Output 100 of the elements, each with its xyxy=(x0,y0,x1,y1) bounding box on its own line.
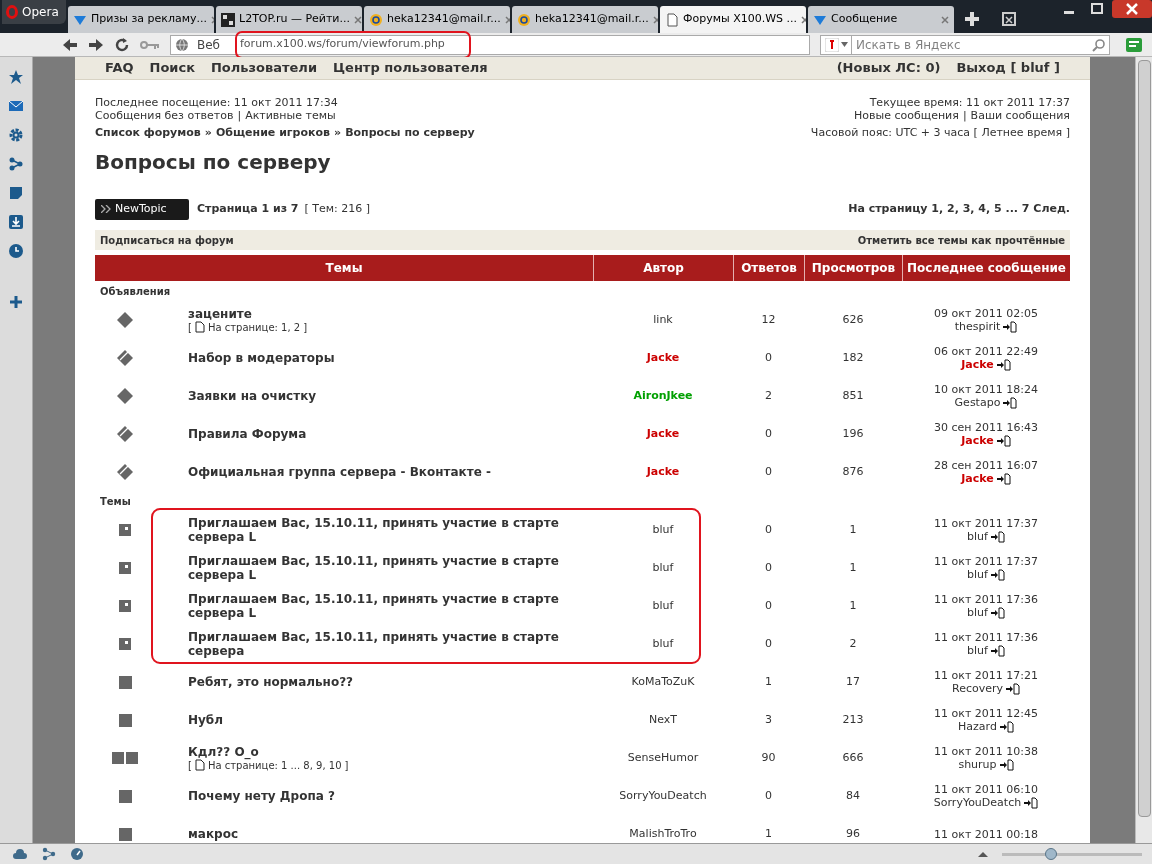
breadcrumb-link[interactable]: Список форумов xyxy=(95,126,201,139)
topic-pages-link[interactable]: На странице: 1 ... 8, 9, 10 xyxy=(207,758,342,772)
browser-tab[interactable]: Сообщение xyxy=(808,6,954,33)
column-header[interactable]: Темы xyxy=(95,255,593,281)
goto-post-icon[interactable] xyxy=(999,720,1014,733)
settings-icon[interactable] xyxy=(8,127,24,143)
reload-icon[interactable] xyxy=(114,36,130,53)
mark-read-link[interactable]: Отметить все темы как прочтённые xyxy=(857,232,1065,248)
mail-icon[interactable] xyxy=(8,98,24,114)
author-link[interactable]: thespirit xyxy=(954,320,1001,333)
share-icon[interactable] xyxy=(42,847,56,861)
plus-icon[interactable] xyxy=(8,294,24,310)
browser-tab[interactable]: heka12341@mail.r... xyxy=(512,6,658,33)
author-link[interactable]: Jacke xyxy=(961,434,994,447)
goto-post-icon[interactable] xyxy=(1003,396,1018,409)
nav-link[interactable]: FAQ xyxy=(105,58,134,78)
search-field[interactable]: Искать в Яндекс xyxy=(852,34,1110,55)
nav-link[interactable]: (Новых ЛС: 0) xyxy=(836,58,941,78)
cloud-icon[interactable] xyxy=(12,848,28,860)
author-link[interactable]: SorryYouDeatch xyxy=(619,787,707,805)
close-icon[interactable] xyxy=(1112,0,1152,18)
topic-link[interactable]: Нубл xyxy=(188,713,588,727)
author-link[interactable]: Recovery xyxy=(952,682,1003,695)
goto-post-icon[interactable] xyxy=(990,606,1005,619)
share-icon[interactable] xyxy=(8,156,24,172)
author-link[interactable]: Gestapo xyxy=(954,396,1001,409)
topic-link[interactable]: Приглашаем Вас, 15.10.11, принять участие в старте сервера xyxy=(188,630,588,658)
nav-link[interactable]: Центр пользователя xyxy=(333,58,488,78)
new-tab-icon[interactable] xyxy=(964,11,980,27)
browser-tab[interactable]: Форумы X100.WS ... xyxy=(660,6,806,33)
goto-post-icon[interactable] xyxy=(1024,796,1039,809)
star-icon[interactable] xyxy=(8,69,24,85)
up-arrow-icon[interactable] xyxy=(978,851,988,857)
breadcrumb-link[interactable]: Общение игроков xyxy=(215,126,330,139)
link[interactable]: Ваши сообщения xyxy=(970,109,1070,122)
author-link[interactable]: bluf xyxy=(652,521,674,539)
goto-post-icon[interactable] xyxy=(996,434,1011,447)
back-icon[interactable] xyxy=(62,37,78,52)
author-link[interactable]: Hazard xyxy=(958,720,997,733)
goto-post-icon[interactable] xyxy=(990,568,1005,581)
goto-post-icon[interactable] xyxy=(996,472,1011,485)
breadcrumb-link[interactable]: Вопросы по серверу xyxy=(345,126,475,139)
goto-post-icon[interactable] xyxy=(996,358,1011,371)
author-link[interactable]: Jacke xyxy=(646,425,680,443)
scrollbar[interactable] xyxy=(1135,57,1152,843)
note-icon[interactable] xyxy=(8,185,24,201)
topic-link[interactable]: Приглашаем Вас, 15.10.11, принять участие в старте сервера L xyxy=(188,592,588,620)
author-link[interactable]: bluf xyxy=(652,635,674,653)
feed-icon[interactable] xyxy=(1126,36,1144,53)
topic-link[interactable]: Ребят, это нормально?? xyxy=(188,675,588,689)
goto-post-icon[interactable] xyxy=(1003,320,1018,333)
forward-icon[interactable] xyxy=(88,37,104,52)
search-engine-button[interactable] xyxy=(820,34,852,55)
author-link[interactable]: shurup xyxy=(958,758,997,771)
zoom-slider-thumb[interactable] xyxy=(1045,847,1057,860)
goto-post-icon[interactable] xyxy=(999,758,1014,771)
author-link[interactable]: bluf xyxy=(967,568,988,581)
author-link[interactable]: bluf xyxy=(967,530,988,543)
author-link[interactable]: KoMaToZuK xyxy=(631,673,695,691)
topic-link[interactable]: Приглашаем Вас, 15.10.11, принять участие в старте сервера L xyxy=(188,516,588,544)
topic-link[interactable]: Правила Форума xyxy=(188,427,588,441)
topic-link[interactable]: макрос xyxy=(188,827,588,841)
column-header[interactable]: Ответов xyxy=(733,255,804,281)
author-link[interactable]: Jacke xyxy=(961,472,994,485)
goto-post-icon[interactable] xyxy=(990,644,1005,657)
close-icon[interactable] xyxy=(504,15,510,24)
author-link[interactable]: bluf xyxy=(652,559,674,577)
browser-tab[interactable]: heka12341@mail.r... xyxy=(364,6,510,33)
nav-link[interactable]: Выход [ bluf ] xyxy=(956,58,1060,78)
author-link[interactable]: Jacke xyxy=(646,349,680,367)
author-link[interactable]: SorryYouDeatch xyxy=(933,796,1022,809)
subscribe-link[interactable]: Подписаться на форум xyxy=(100,232,234,248)
speedometer-icon[interactable] xyxy=(70,847,84,861)
link[interactable]: Активные темы xyxy=(245,109,336,122)
author-link[interactable]: Jacke xyxy=(646,463,680,481)
author-link[interactable]: Jacke xyxy=(961,358,994,371)
opera-menu-button[interactable]: Opera xyxy=(2,0,66,24)
goto-post-icon[interactable] xyxy=(1006,682,1020,695)
nav-link[interactable]: Пользователи xyxy=(210,58,317,78)
topic-pages-link[interactable]: На странице: 1, 2 xyxy=(207,320,301,334)
topic-link[interactable]: Официальная группа сервера - Вконтакте - xyxy=(188,465,588,479)
close-icon[interactable] xyxy=(354,15,362,24)
topic-link[interactable]: Кдл?? О_о xyxy=(188,744,588,759)
browser-tab[interactable]: L2TOP.ru — Рейти... xyxy=(216,6,362,33)
link[interactable]: Новые сообщения xyxy=(854,109,959,122)
clock-icon[interactable] xyxy=(8,243,24,259)
author-link[interactable]: SenseHumor xyxy=(627,749,699,767)
link[interactable]: Сообщения без ответов xyxy=(95,109,234,122)
goto-post-icon[interactable] xyxy=(990,530,1005,543)
author-link[interactable]: link xyxy=(653,311,673,329)
column-header[interactable]: Просмотров xyxy=(804,255,902,281)
topic-link[interactable]: Набор в модераторы xyxy=(188,351,588,365)
new-topic-button[interactable]: NewTopic xyxy=(95,198,189,220)
close-icon[interactable] xyxy=(652,15,658,24)
trash-icon[interactable] xyxy=(1002,12,1016,26)
download-icon[interactable] xyxy=(8,214,24,230)
author-link[interactable]: NexT xyxy=(648,711,677,729)
column-header[interactable]: Автор xyxy=(593,255,733,281)
nav-link[interactable]: Поиск xyxy=(149,58,195,78)
pagination[interactable]: На страницу 1, 2, 3, 4, 5 ... 7 След. xyxy=(848,200,1070,218)
